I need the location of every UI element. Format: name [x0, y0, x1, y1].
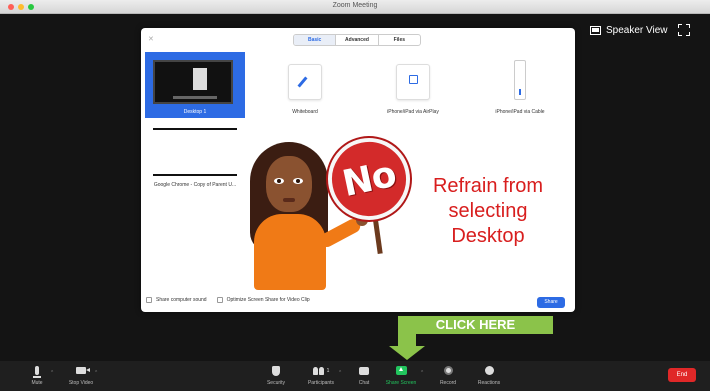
share-tile-chrome[interactable]: Google Chrome - Copy of Parent U... — [145, 126, 245, 190]
participants-count: 1 — [326, 367, 330, 374]
tab-advanced[interactable]: Advanced — [336, 35, 379, 45]
chat-label: Chat — [358, 380, 370, 386]
share-sound-option[interactable]: Share computer sound — [146, 297, 207, 303]
chrome-thumbnail — [153, 126, 237, 176]
video-options-caret[interactable]: ⌃ — [94, 370, 98, 376]
click-here-banner: CLICK HERE — [398, 316, 553, 334]
zoom-window: Zoom Meeting Speaker View ✕ Basic Advanc… — [0, 0, 710, 391]
participants-button[interactable]: 1 Participants — [304, 363, 338, 389]
optimize-video-checkbox[interactable] — [216, 297, 223, 303]
end-meeting-button[interactable]: End — [668, 368, 696, 382]
optimize-video-option[interactable]: Optimize Screen Share for Video Clip — [216, 297, 310, 303]
mute-button[interactable]: Mute — [27, 363, 47, 389]
whiteboard-icon — [288, 64, 322, 100]
refrain-line-3: Desktop — [451, 225, 525, 247]
share-screen-label: Share Screen — [385, 380, 417, 386]
refrain-message: Refrain from selecting Desktop — [410, 174, 566, 249]
share-sound-label: Share computer sound — [156, 297, 207, 303]
record-icon — [443, 366, 453, 375]
close-icon[interactable]: ✕ — [148, 35, 154, 43]
shield-icon — [272, 365, 280, 376]
reactions-icon — [484, 366, 494, 375]
optimize-video-label: Optimize Screen Share for Video Clip — [226, 297, 310, 303]
refrain-line-2: selecting — [448, 200, 528, 222]
fullscreen-icon[interactable] — [678, 24, 690, 36]
reactions-label: Reactions — [477, 380, 501, 386]
record-label: Record — [439, 380, 457, 386]
share-screen-button[interactable]: Share Screen — [386, 363, 416, 389]
iphone-cable-icon — [514, 60, 526, 100]
ipad-icon — [396, 64, 430, 100]
share-tile-airplay[interactable]: iPhone/iPad via AirPlay — [361, 52, 465, 118]
mic-icon — [33, 366, 41, 378]
desktop-thumbnail — [153, 60, 233, 104]
speaker-view-button[interactable]: Speaker View — [590, 22, 668, 38]
refrain-line-1: Refrain from — [432, 175, 544, 197]
click-here-arrow-head — [389, 346, 425, 360]
reactions-button[interactable]: Reactions — [474, 363, 504, 389]
share-options-caret[interactable]: ⌃ — [420, 370, 424, 376]
mute-label: Mute — [31, 380, 43, 386]
share-options: Share computer sound Optimize Screen Sha… — [146, 294, 570, 306]
window-title: Zoom Meeting — [332, 2, 378, 9]
share-screen-icon — [395, 366, 407, 375]
speaker-view-icon — [590, 25, 601, 35]
security-label: Security — [266, 380, 286, 386]
share-tile-label: iPhone/iPad via AirPlay — [387, 109, 439, 115]
title-bar: Zoom Meeting — [0, 0, 710, 14]
tab-files[interactable]: Files — [379, 35, 420, 45]
participants-options-caret[interactable]: ⌃ — [338, 370, 342, 376]
chat-icon — [359, 366, 369, 375]
security-button[interactable]: Security — [264, 363, 288, 389]
share-tile-label: Google Chrome - Copy of Parent U... — [153, 182, 237, 188]
share-tile-cable[interactable]: iPhone/iPad via Cable — [469, 52, 571, 118]
share-tile-label: Whiteboard — [292, 109, 318, 115]
participants-icon — [312, 366, 325, 375]
share-sound-checkbox[interactable] — [146, 297, 152, 303]
share-tile-whiteboard[interactable]: Whiteboard — [253, 52, 357, 118]
video-icon — [76, 367, 90, 374]
meeting-toolbar: Mute ⌃ Stop Video ⌃ Security 1 Participa… — [0, 361, 710, 391]
no-sign-text: No — [338, 153, 400, 205]
share-tabs: Basic Advanced Files — [293, 34, 421, 46]
tab-basic[interactable]: Basic — [294, 35, 337, 45]
stop-video-button[interactable]: Stop Video — [64, 363, 98, 389]
speaker-view-label: Speaker View — [606, 24, 668, 36]
share-tile-desktop[interactable]: Desktop 1 — [145, 52, 245, 118]
participants-label: Participants — [307, 380, 335, 386]
record-button[interactable]: Record — [437, 363, 459, 389]
share-button[interactable]: Share — [537, 297, 565, 308]
share-tile-label: iPhone/iPad via Cable — [495, 109, 545, 115]
stop-video-label: Stop Video — [68, 380, 94, 386]
share-tile-label: Desktop 1 — [183, 109, 207, 115]
chat-button[interactable]: Chat — [356, 363, 372, 389]
audio-options-caret[interactable]: ⌃ — [50, 370, 54, 376]
